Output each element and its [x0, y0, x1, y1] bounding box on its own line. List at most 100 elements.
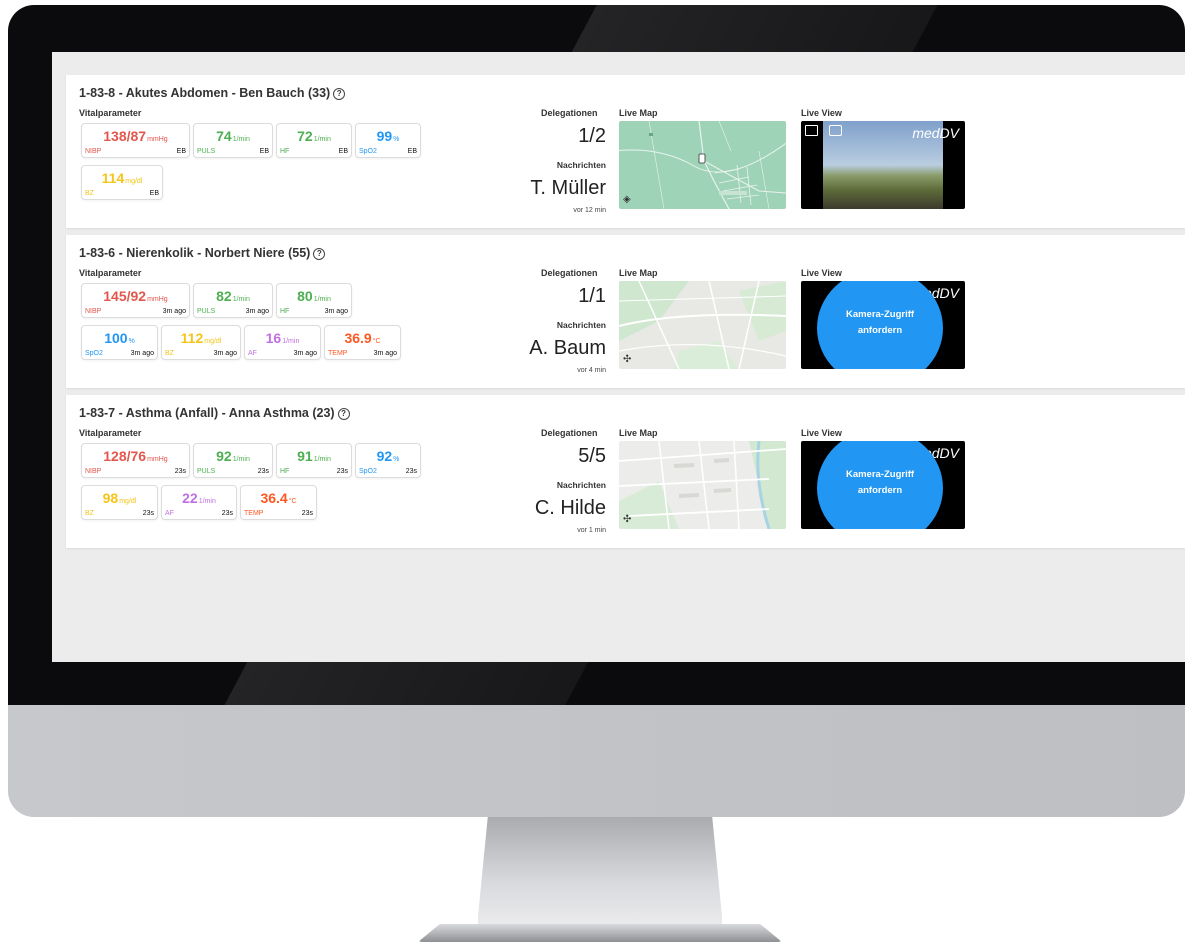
vital-value: 72 — [297, 128, 313, 144]
help-icon[interactable]: ? — [313, 248, 326, 260]
vital-label: BZ — [85, 510, 94, 517]
messages-heading: Nachrichten — [556, 160, 606, 170]
vital-meta: 23s — [257, 468, 269, 475]
vital-unit: mmHg — [147, 296, 168, 303]
delegations-heading: Delegationen — [541, 428, 598, 438]
patient-title: 1-83-8 - Akutes Abdomen - Ben Bauch (33)… — [79, 86, 346, 100]
vital-nibp[interactable]: 138/87mmHg NIBP EB — [81, 123, 190, 158]
live-map-heading: Live Map — [619, 428, 658, 438]
message-author: A. Baum — [529, 337, 606, 359]
vital-unit: °C — [288, 498, 297, 505]
vital-label: BZ — [85, 190, 94, 197]
vital-value: 36.9 — [344, 330, 372, 346]
vital-puls[interactable]: 821/min PULS 3m ago — [193, 283, 273, 318]
vital-unit: 1/min — [313, 456, 331, 463]
vital-puls[interactable]: 921/min PULS 23s — [193, 443, 273, 478]
live-map[interactable]: ✣ — [619, 281, 786, 369]
vital-label: NIBP — [85, 308, 102, 315]
person-frame-icon[interactable] — [829, 125, 842, 136]
message-time: vor 12 min — [573, 207, 606, 214]
vital-nibp[interactable]: 128/76mmHg NIBP 23s — [81, 443, 190, 478]
patient-card[interactable]: 1-83-7 - Asthma (Anfall) - Anna Asthma (… — [66, 395, 1185, 548]
vital-value: 82 — [216, 288, 232, 304]
vital-value: 138/87 — [103, 128, 147, 144]
live-map[interactable]: ◈ — [619, 121, 786, 209]
vital-value: 91 — [297, 448, 313, 464]
vital-hf[interactable]: 801/min HF 3m ago — [276, 283, 352, 318]
message-author: C. Hilde — [534, 497, 606, 519]
vital-unit: 1/min — [232, 136, 250, 143]
vital-value: 92 — [216, 448, 232, 464]
vital-label: PULS — [197, 308, 216, 315]
vital-value: 99 — [376, 128, 393, 144]
locate-icon[interactable]: ✣ — [623, 514, 631, 525]
camera-request-button[interactable]: Kamera-Zugriff anfordern — [817, 467, 943, 499]
vital-af[interactable]: 161/min AF 3m ago — [244, 325, 321, 360]
messages-heading: Nachrichten — [556, 320, 606, 330]
vital-value: 98 — [102, 490, 119, 506]
vital-temp[interactable]: 36.9°C TEMP 3m ago — [324, 325, 401, 360]
vital-spo2[interactable]: 100% SpO2 3m ago — [81, 325, 158, 360]
vital-meta: 3m ago — [213, 350, 237, 357]
vital-temp[interactable]: 36.4°C TEMP 23s — [240, 485, 317, 520]
vitals-heading: Vitalparameter — [79, 108, 142, 118]
vital-bz[interactable]: 112mg/dl BZ 3m ago — [161, 325, 241, 360]
vitals-heading: Vitalparameter — [79, 428, 142, 438]
locate-icon[interactable]: ✣ — [623, 354, 631, 365]
delegations-heading: Delegationen — [541, 108, 598, 118]
vital-meta: 3m ago — [130, 350, 154, 357]
delegations-count: 1/2 — [578, 125, 606, 147]
live-view[interactable]: medDV Kamera-Zugriff anfordern — [801, 441, 965, 529]
live-view[interactable]: medDV — [801, 121, 965, 209]
help-icon[interactable]: ? — [333, 88, 346, 100]
vital-unit: mg/dl — [119, 498, 137, 505]
vital-meta: EB — [338, 148, 348, 155]
vital-hf[interactable]: 721/min HF EB — [276, 123, 352, 158]
vital-label: PULS — [197, 148, 216, 155]
vital-meta: 3m ago — [293, 350, 317, 357]
vital-label: HF — [280, 148, 290, 155]
vital-unit: % — [128, 338, 135, 345]
vital-spo2[interactable]: 92% SpO2 23s — [355, 443, 421, 478]
live-view-heading: Live View — [801, 268, 842, 278]
message-author: T. Müller — [530, 177, 606, 199]
vital-value: 22 — [182, 490, 198, 506]
live-map[interactable]: ✣ — [619, 441, 786, 529]
vital-label: HF — [280, 308, 290, 315]
vital-label: SpO2 — [359, 148, 377, 155]
vital-af[interactable]: 221/min AF 23s — [161, 485, 237, 520]
camera-request-button[interactable]: Kamera-Zugriff anfordern — [817, 307, 943, 339]
vital-label: NIBP — [85, 148, 102, 155]
image-icon[interactable] — [805, 125, 818, 136]
map-graphic — [619, 281, 786, 369]
vital-hf[interactable]: 911/min HF 23s — [276, 443, 352, 478]
vital-label: BZ — [165, 350, 174, 357]
messages-heading: Nachrichten — [556, 480, 606, 490]
vital-meta: EB — [149, 190, 159, 197]
vital-meta: 3m ago — [324, 308, 348, 315]
vital-spo2[interactable]: 99% SpO2 EB — [355, 123, 421, 158]
locate-icon[interactable]: ◈ — [623, 194, 631, 205]
vital-bz[interactable]: 114mg/dl BZ EB — [81, 165, 163, 200]
live-view-heading: Live View — [801, 108, 842, 118]
live-view[interactable]: medDV Kamera-Zugriff anfordern — [801, 281, 965, 369]
vital-value: 92 — [376, 448, 393, 464]
vital-meta: EB — [259, 148, 269, 155]
vital-puls[interactable]: 741/min PULS EB — [193, 123, 273, 158]
vital-value: 74 — [216, 128, 232, 144]
vital-nibp[interactable]: 145/92mmHg NIBP 3m ago — [81, 283, 190, 318]
screen: 1-83-8 - Akutes Abdomen - Ben Bauch (33)… — [52, 52, 1185, 662]
vital-label: SpO2 — [359, 468, 377, 475]
patient-card[interactable]: 1-83-6 - Nierenkolik - Norbert Niere (55… — [66, 235, 1185, 388]
vital-label: AF — [165, 510, 174, 517]
vital-meta: 3m ago — [162, 308, 186, 315]
patient-card[interactable]: 1-83-8 - Akutes Abdomen - Ben Bauch (33)… — [66, 75, 1185, 228]
vital-value: 145/92 — [103, 288, 147, 304]
vital-unit: mg/dl — [204, 338, 222, 345]
vital-label: PULS — [197, 468, 216, 475]
vital-bz[interactable]: 98mg/dl BZ 23s — [81, 485, 158, 520]
vitals-heading: Vitalparameter — [79, 268, 142, 278]
vital-unit: 1/min — [232, 456, 250, 463]
help-icon[interactable]: ? — [337, 408, 350, 420]
vital-unit: 1/min — [198, 498, 216, 505]
